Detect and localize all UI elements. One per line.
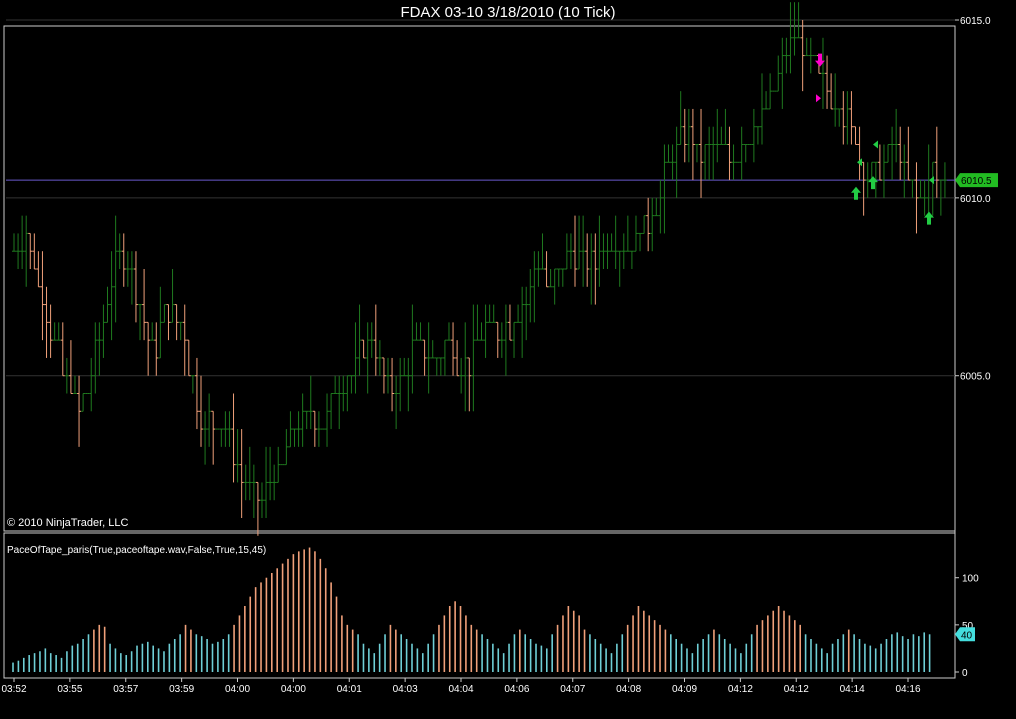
chart-canvas[interactable]: 6015.06010.06005.06010.5 10050040 03:52 0… (0, 0, 1016, 719)
current-price-label: 6010.5 (961, 176, 992, 187)
time-axis: 03:52 03:55 03:57 03:59 04:00 04:00 04:01 04:03… (1, 678, 921, 695)
copyright-text: © 2010 NinjaTrader, LLC (7, 517, 128, 529)
time-tick-label: 04:14 (840, 684, 865, 695)
buy-triangle-icon (929, 176, 934, 185)
time-tick-label: 04:08 (616, 684, 641, 695)
time-tick-label: 04:00 (281, 684, 306, 695)
time-tick-label: 04:12 (728, 684, 753, 695)
time-tick-label: 04:06 (504, 684, 529, 695)
time-tick-label: 04:16 (895, 684, 920, 695)
price-bars (12, 2, 947, 536)
pace-tick-label: 100 (962, 574, 979, 585)
time-tick-label: 03:57 (113, 684, 138, 695)
pace-axis: 10050040 (955, 574, 979, 679)
up-arrow-icon (868, 176, 878, 190)
price-axis: 6015.0 6010.0 6005.0 6010.5 (955, 16, 998, 383)
pace-value-label: 40 (961, 630, 973, 641)
time-tick-label: 03:55 (57, 684, 82, 695)
time-tick-label: 04:12 (784, 684, 809, 695)
time-tick-label: 04:04 (448, 684, 473, 695)
time-tick-label: 04:01 (337, 684, 362, 695)
pace-tick-label: 0 (962, 668, 968, 679)
price-panel-frame (3, 25, 956, 532)
buy-triangle-icon (873, 140, 878, 149)
time-tick-label: 03:59 (169, 684, 194, 695)
sell-triangle-icon (816, 94, 821, 103)
pace-bars (12, 547, 931, 672)
time-tick-label: 04:09 (672, 684, 697, 695)
indicator-label: PaceOfTape_paris(True,paceoftape.wav,Fal… (7, 545, 266, 556)
time-tick-label: 04:07 (560, 684, 585, 695)
time-tick-label: 04:03 (393, 684, 418, 695)
time-tick-label: 04:00 (225, 684, 250, 695)
price-tick-label: 6005.0 (960, 372, 991, 383)
price-tick-label: 6010.0 (960, 194, 991, 205)
time-tick-label: 03:52 (1, 684, 26, 695)
price-tick-label: 6015.0 (960, 16, 991, 27)
